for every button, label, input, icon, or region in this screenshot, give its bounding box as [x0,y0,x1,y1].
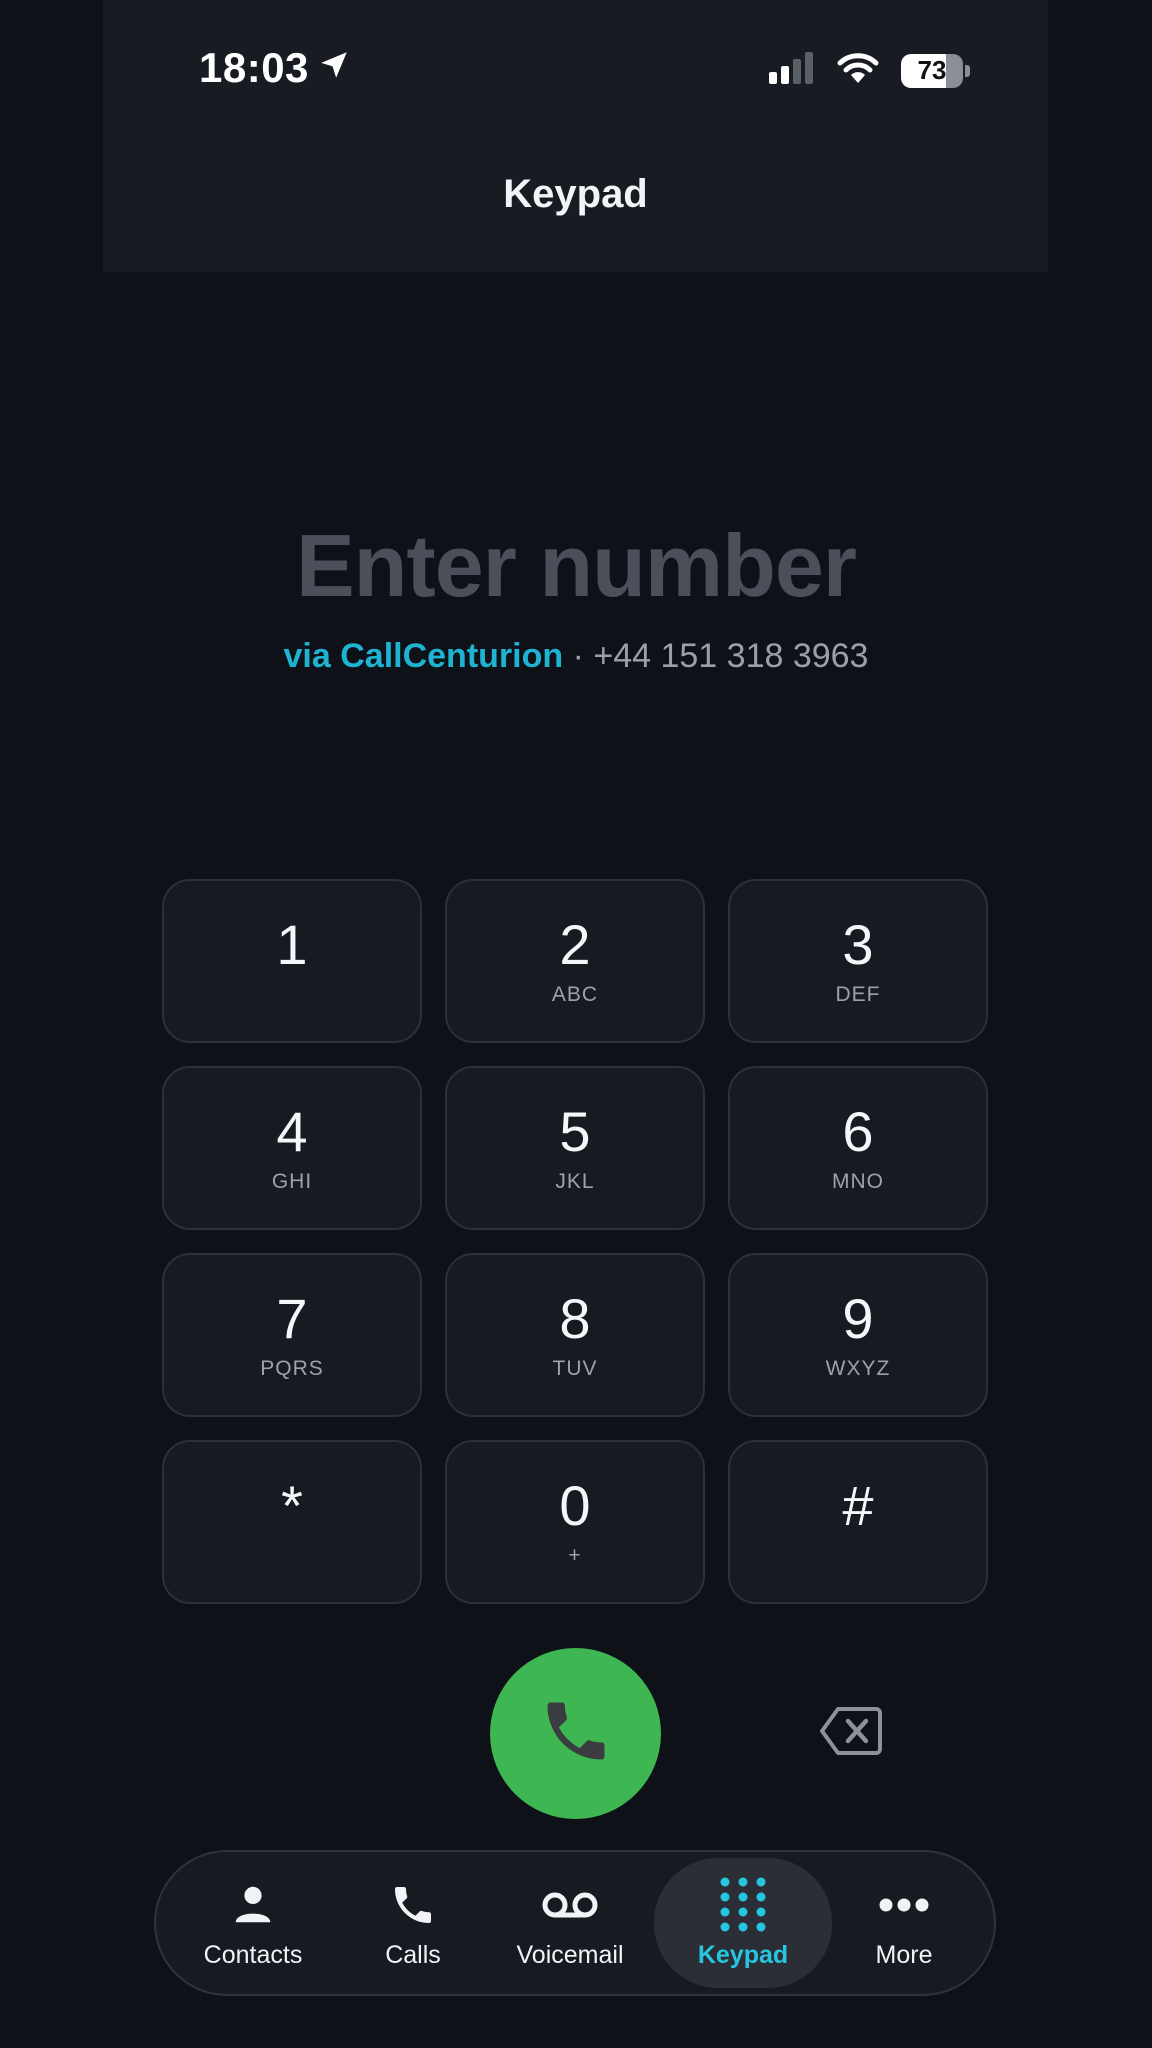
tab-contacts[interactable]: Contacts [178,1858,328,1988]
wifi-icon [837,52,879,89]
tab-keypad[interactable]: Keypad [654,1858,832,1988]
battery-nub [965,64,970,77]
key-4[interactable]: 4 GHI [162,1066,422,1230]
phone-icon [538,1693,614,1774]
key-2[interactable]: 2 ABC [445,879,705,1043]
caller-number: +44 151 318 3963 [593,637,869,675]
key-digit: # [842,1474,874,1537]
phone-screen: 18:03 73 Keypad Enter number via CallCen… [0,0,1152,2048]
key-letters: GHI [271,1170,313,1193]
key-digit: 0 [559,1474,591,1537]
key-6[interactable]: 6 MNO [728,1066,988,1230]
keypad-dots-icon [717,1877,769,1933]
cellular-signal-icon [767,52,815,89]
caller-via-label: via CallCenturion [283,637,564,675]
key-letters: WXYZ [825,1357,891,1380]
key-letters: MNO [832,1170,884,1193]
voicemail-icon [541,1877,599,1933]
key-9[interactable]: 9 WXYZ [728,1253,988,1417]
status-time: 18:03 [199,44,351,92]
person-icon [230,1877,276,1933]
key-digit: 2 [559,913,591,976]
tab-voicemail[interactable]: Voicemail [496,1858,644,1988]
more-dots-icon [879,1877,929,1933]
key-hash[interactable]: # [728,1440,988,1604]
key-digit: 6 [842,1100,874,1163]
key-8[interactable]: 8 TUV [445,1253,705,1417]
status-time-text: 18:03 [199,44,309,91]
page-title: Keypad [503,172,648,216]
top-header-panel: 18:03 73 Keypad [103,0,1048,272]
bottom-tab-bar: Contacts Calls Voicemail Keypad More [154,1850,996,1996]
tab-more[interactable]: More [842,1858,966,1988]
key-digit: 8 [559,1287,591,1350]
battery-level: 73 [917,55,947,85]
status-indicators: 73 [767,52,970,89]
key-1[interactable]: 1 [162,879,422,1043]
key-letters: JKL [555,1170,595,1193]
key-digit: 9 [842,1287,874,1350]
caller-separator: · [572,637,584,675]
key-digit: * [281,1474,303,1537]
tab-label: Contacts [203,1940,303,1969]
key-digit: 1 [276,913,308,976]
key-letters: ABC [551,983,599,1006]
key-digit: 5 [559,1100,591,1163]
tab-label: Keypad [697,1940,789,1969]
phone-icon [389,1877,437,1933]
caller-id-line[interactable]: via CallCenturion · +44 151 318 3963 [0,637,1152,676]
key-3[interactable]: 3 DEF [728,879,988,1043]
key-0[interactable]: 0 + [445,1440,705,1604]
key-5[interactable]: 5 JKL [445,1066,705,1230]
backspace-button[interactable] [815,1703,887,1763]
key-digit: 4 [276,1100,308,1163]
battery-icon: 73 [901,53,963,88]
key-letters: PQRS [260,1357,324,1380]
key-letters: DEF [835,983,881,1006]
key-letters: + [568,1544,582,1567]
tab-calls[interactable]: Calls [348,1858,478,1988]
keypad-grid: 1 2 ABC 3 DEF 4 GHI 5 JKL 6 MNO 7 PQRS 8 [162,879,988,1604]
tab-label: Calls [385,1940,441,1969]
tab-label: Voicemail [516,1940,624,1969]
number-input-display[interactable]: Enter number [0,515,1152,617]
key-star[interactable]: * [162,1440,422,1604]
key-letters: TUV [552,1357,598,1380]
key-7[interactable]: 7 PQRS [162,1253,422,1417]
key-digit: 3 [842,913,874,976]
tab-label: More [875,1940,933,1969]
backspace-icon [820,1706,882,1761]
location-arrow-icon [317,44,351,92]
key-digit: 7 [276,1287,308,1350]
call-button[interactable] [490,1648,661,1819]
battery-indicator: 73 [901,53,970,88]
